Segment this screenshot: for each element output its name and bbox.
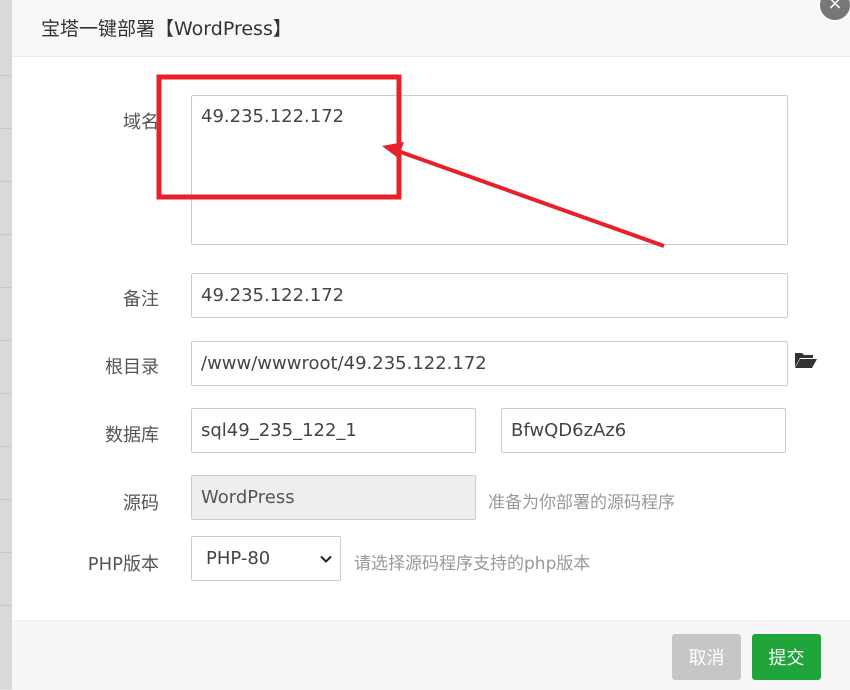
php-version-select[interactable]: PHP-80	[191, 536, 341, 581]
php-version-value: PHP-80	[206, 548, 271, 569]
strip-line	[0, 340, 12, 341]
strip-line	[0, 552, 12, 553]
cancel-button[interactable]: 取消	[672, 634, 741, 680]
close-icon: ×	[827, 0, 843, 14]
domain-label: 域名	[123, 112, 159, 133]
dialog-title: 宝塔一键部署【WordPress】	[41, 18, 292, 40]
submit-button[interactable]: 提交	[752, 634, 821, 680]
dialog-header: 宝塔一键部署【WordPress】	[12, 0, 850, 57]
database-label: 数据库	[105, 425, 159, 446]
database-name-value: sql49_235_122_1	[201, 420, 357, 441]
strip-line	[0, 287, 12, 288]
database-name-input[interactable]: sql49_235_122_1	[191, 408, 476, 453]
strip-line	[0, 446, 12, 447]
php-version-label: PHP版本	[87, 554, 159, 575]
domain-textarea[interactable]: 49.235.122.172	[191, 95, 788, 245]
strip-line	[0, 75, 12, 76]
source-input: WordPress	[191, 475, 476, 520]
strip-line	[0, 181, 12, 182]
source-value: WordPress	[201, 487, 295, 508]
strip-line	[0, 605, 12, 606]
root-dir-value: /www/wwwroot/49.235.122.172	[201, 353, 487, 374]
strip-line	[0, 393, 12, 394]
folder-open-icon[interactable]	[794, 350, 818, 370]
remark-input[interactable]: 49.235.122.172	[191, 273, 788, 318]
remark-value: 49.235.122.172	[201, 285, 345, 306]
strip-line	[0, 499, 12, 500]
database-password-input[interactable]: BfwQD6zAz6	[501, 408, 786, 453]
chevron-down-icon	[320, 555, 332, 563]
dialog-footer: 取消 提交	[12, 620, 850, 690]
database-password-value: BfwQD6zAz6	[511, 420, 627, 441]
strip-line	[0, 128, 12, 129]
php-version-hint: 请选择源码程序支持的php版本	[354, 554, 591, 574]
remark-label: 备注	[123, 289, 159, 310]
deploy-dialog: 宝塔一键部署【WordPress】 域名 49.235.122.172 备注 4…	[12, 0, 850, 690]
root-dir-input[interactable]: /www/wwwroot/49.235.122.172	[191, 341, 788, 386]
strip-line	[0, 234, 12, 235]
root-dir-label: 根目录	[105, 357, 159, 378]
source-hint: 准备为你部署的源码程序	[488, 493, 675, 513]
domain-value: 49.235.122.172	[201, 106, 345, 127]
source-label: 源码	[123, 493, 159, 514]
